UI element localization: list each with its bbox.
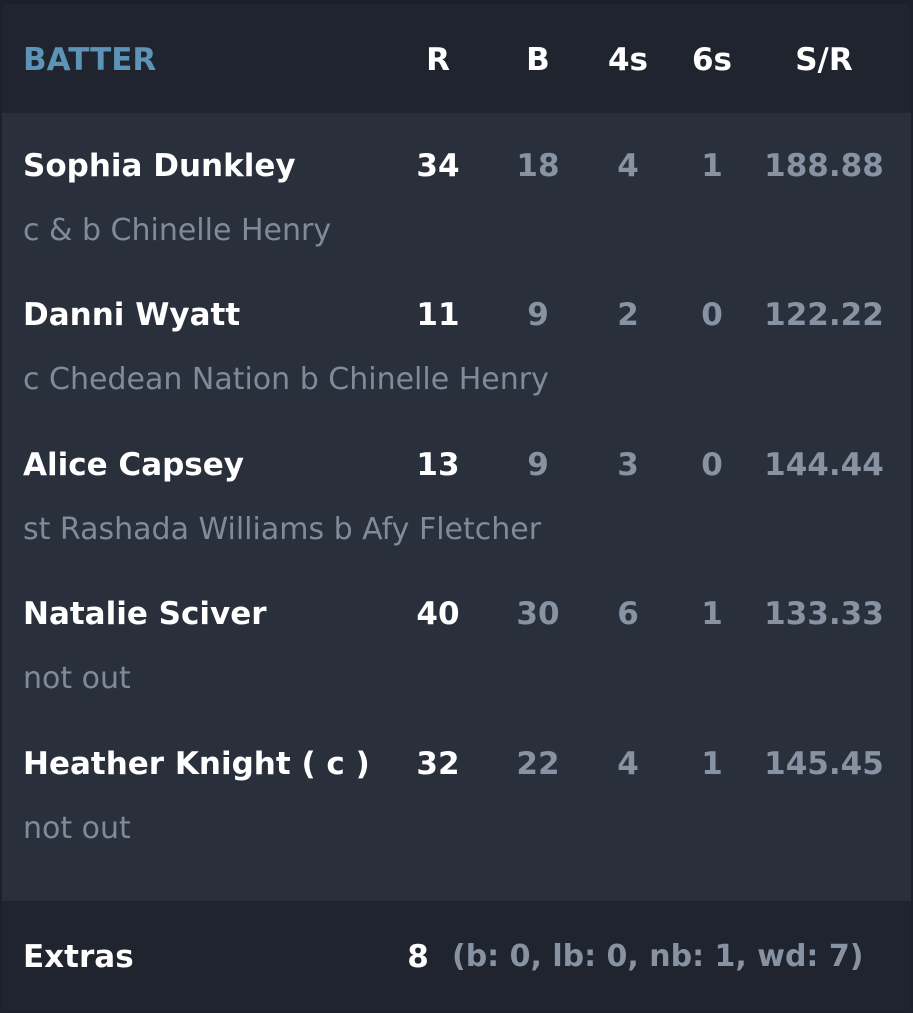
batter-strike-rate: 145.45 — [764, 746, 884, 782]
extras-label: Extras — [23, 939, 134, 975]
batter-sixes: 1 — [701, 746, 723, 782]
extras-breakdown: (b: 0, lb: 0, nb: 1, wd: 7) — [452, 939, 864, 974]
batter-row[interactable]: Danni Wyatt 11 9 2 0 122.22 c Chedean Na… — [2, 153, 911, 397]
batter-row[interactable]: Alice Capsey 13 9 3 0 144.44 st Rashada … — [2, 303, 911, 547]
batter-row[interactable]: Natalie Sciver 40 30 6 1 133.33 not out — [2, 452, 911, 696]
batter-dismissal: not out — [23, 811, 131, 846]
batter-row[interactable]: Sophia Dunkley 34 18 4 1 188.88 c & b Ch… — [2, 4, 911, 248]
batter-row[interactable]: Heather Knight ( c ) 32 22 4 1 145.45 no… — [2, 602, 911, 846]
extras-row: Extras 8 (b: 0, lb: 0, nb: 1, wd: 7) — [2, 901, 911, 1011]
batting-scorecard: BATTER R B 4s 6s S/R Sophia Dunkley 34 1… — [2, 4, 911, 1011]
batter-name[interactable]: Heather Knight ( c ) — [23, 746, 370, 782]
